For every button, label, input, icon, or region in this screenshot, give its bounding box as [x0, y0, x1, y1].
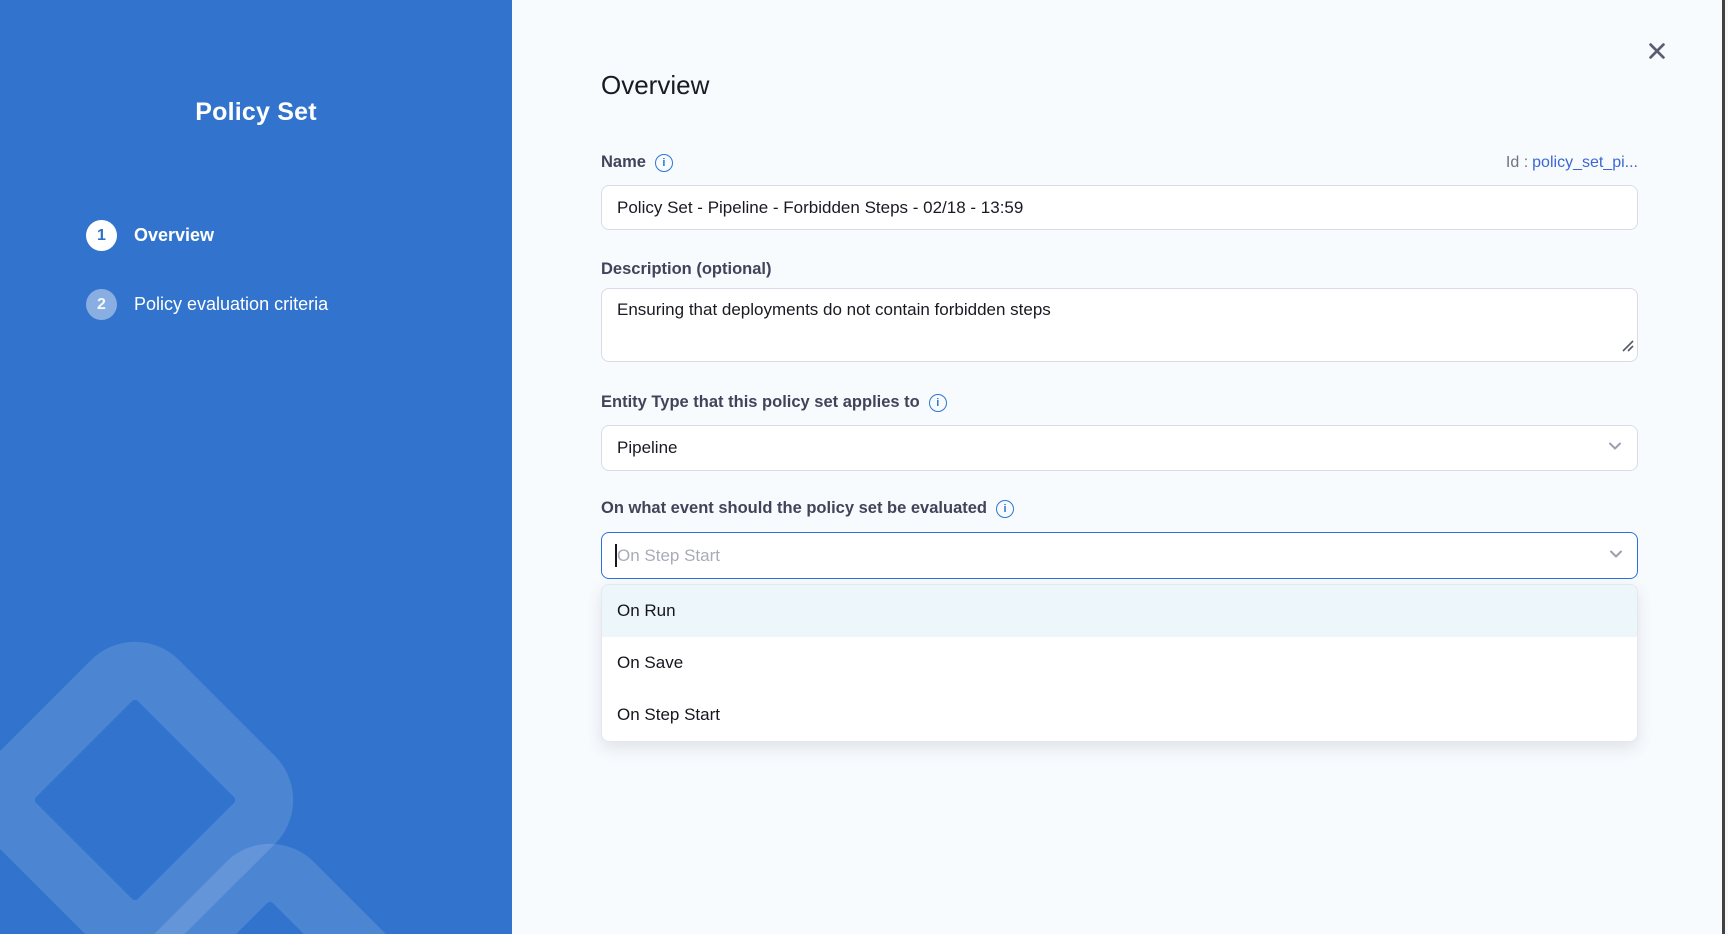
event-options-menu: On Run On Save On Step Start	[601, 584, 1638, 742]
name-label: Name	[601, 153, 646, 172]
description-field: Ensuring that deployments do not contain…	[601, 288, 1638, 362]
overview-form: Name i Id :policy_set_pi... Description …	[601, 153, 1638, 742]
info-icon[interactable]: i	[929, 394, 947, 412]
name-input[interactable]	[601, 185, 1638, 230]
wizard-title: Policy Set	[0, 98, 512, 127]
resize-handle-icon[interactable]	[1620, 338, 1634, 357]
step-number-badge: 1	[86, 220, 117, 251]
wizard-steps: 1 Overview 2 Policy evaluation criteria	[86, 220, 512, 320]
entity-type-label: Entity Type that this policy set applies…	[601, 393, 920, 412]
step-policy-evaluation-criteria[interactable]: 2 Policy evaluation criteria	[86, 289, 512, 320]
step-label: Overview	[134, 225, 214, 246]
wizard-sidebar: Policy Set 1 Overview 2 Policy evaluatio…	[0, 0, 512, 934]
logo-diamond-shape	[86, 818, 454, 934]
description-textarea[interactable]: Ensuring that deployments do not contain…	[601, 288, 1638, 362]
event-label: On what event should the policy set be e…	[601, 499, 987, 518]
policy-set-id: Id :policy_set_pi...	[1506, 154, 1638, 172]
screen-edge-line	[1722, 0, 1725, 934]
step-number-badge: 2	[86, 289, 117, 320]
info-icon[interactable]: i	[996, 500, 1014, 518]
entity-type-value: Pipeline	[617, 438, 678, 458]
policy-set-id-link[interactable]: policy_set_pi...	[1532, 154, 1638, 171]
harness-logo-watermark	[0, 0, 512, 934]
page-title: Overview	[601, 70, 1638, 101]
chevron-down-icon	[1607, 438, 1623, 459]
name-label-row: Name i Id :policy_set_pi...	[601, 153, 1638, 172]
option-on-save[interactable]: On Save	[602, 637, 1637, 689]
close-icon[interactable]	[1644, 38, 1670, 64]
event-combobox	[601, 532, 1638, 579]
logo-diamond-shape	[0, 616, 319, 934]
option-on-step-start[interactable]: On Step Start	[602, 689, 1637, 741]
step-label: Policy evaluation criteria	[134, 294, 328, 315]
info-icon[interactable]: i	[655, 154, 673, 172]
option-on-run[interactable]: On Run	[602, 585, 1637, 637]
chevron-down-icon	[1608, 545, 1624, 566]
step-overview[interactable]: 1 Overview	[86, 220, 512, 251]
event-input[interactable]	[601, 532, 1638, 579]
entity-type-select[interactable]: Pipeline	[601, 425, 1638, 471]
policy-set-wizard: Policy Set 1 Overview 2 Policy evaluatio…	[0, 0, 1728, 934]
description-label: Description (optional)	[601, 260, 772, 278]
overview-panel: Overview Name i Id :policy_set_pi... Des…	[512, 0, 1722, 934]
text-caret	[615, 544, 617, 567]
id-prefix: Id :	[1506, 154, 1528, 171]
